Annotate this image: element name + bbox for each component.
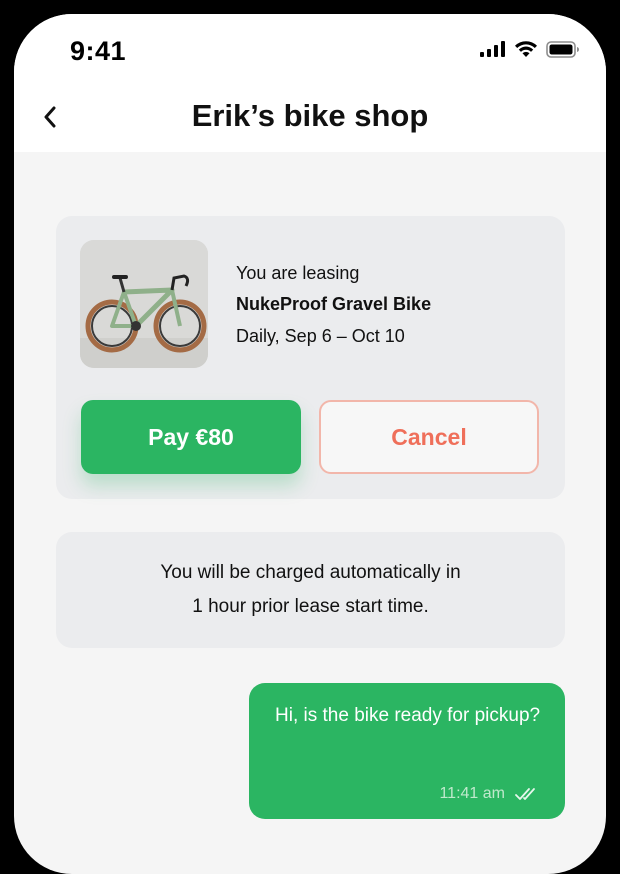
lease-schedule: Daily, Sep 6 – Oct 10 xyxy=(236,326,405,346)
top-bar: 9:41 Erik’s bike shop xyxy=(14,14,606,152)
notice-line-1: You will be charged automatically in xyxy=(160,562,461,583)
phone-screen: 9:41 Erik’s bike shop You are leasing Nu… xyxy=(14,14,606,874)
message-meta: 11:41 am xyxy=(439,785,537,803)
notice-line-2: 1 hour prior lease start time. xyxy=(192,596,429,617)
bike-illustration xyxy=(80,240,208,368)
cancel-button[interactable]: Cancel xyxy=(319,400,539,474)
lease-details: You are leasing NukeProof Gravel Bike Da… xyxy=(236,258,431,352)
message-text: Hi, is the bike ready for pickup? xyxy=(275,705,541,726)
pay-button[interactable]: Pay €80 xyxy=(81,400,301,474)
wifi-icon xyxy=(515,41,537,57)
lease-card: You are leasing NukeProof Gravel Bike Da… xyxy=(56,216,565,499)
page-title: Erik’s bike shop xyxy=(191,98,429,133)
message-time: 11:41 am xyxy=(439,785,505,802)
lease-intro: You are leasing xyxy=(236,263,360,283)
charge-notice: You will be charged automatically in 1 h… xyxy=(56,532,565,648)
sent-message-bubble[interactable]: Hi, is the bike ready for pickup? 11:41 … xyxy=(249,683,565,819)
status-time: 9:41 xyxy=(70,36,127,66)
status-icons xyxy=(480,40,580,58)
item-name: NukeProof Gravel Bike xyxy=(236,294,432,314)
bike-image xyxy=(80,240,208,368)
double-check-icon xyxy=(515,788,535,800)
battery-icon xyxy=(546,40,579,58)
cellular-signal-icon xyxy=(480,41,505,57)
